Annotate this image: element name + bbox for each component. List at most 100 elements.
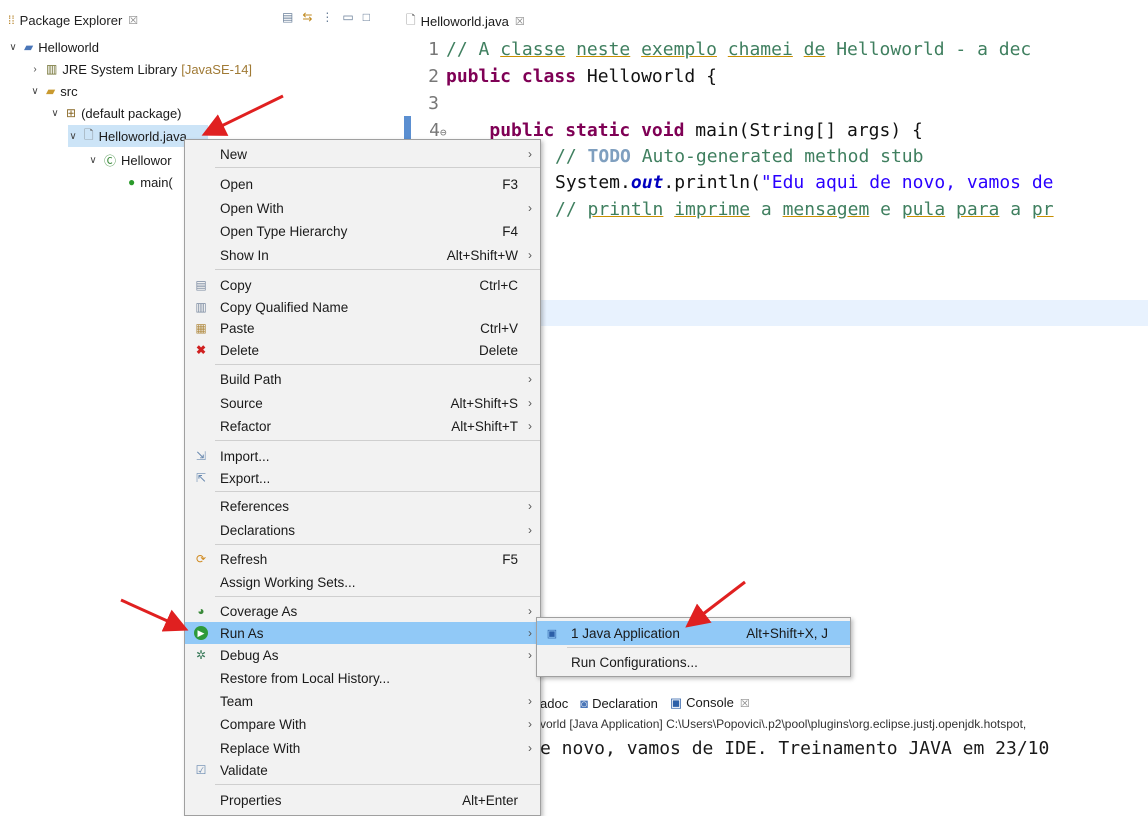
chevron-right-icon: ›	[528, 372, 532, 386]
menu-item-refactor[interactable]: Refactor Alt+Shift+T ›	[185, 415, 540, 437]
menu-item-declarations[interactable]: Declarations ›	[185, 519, 540, 541]
paste-icon: ▦	[195, 321, 207, 335]
menu-item-run-as[interactable]: ▶ Run As ›	[185, 622, 540, 644]
link-editor-icon[interactable]: ⇆	[302, 10, 312, 24]
chevron-right-icon: ›	[528, 717, 532, 731]
tab-declaration[interactable]: ◙ Declaration	[580, 696, 658, 711]
declaration-icon: ◙	[580, 695, 589, 711]
package-icon: ⊞	[66, 106, 77, 120]
menu-item-new[interactable]: New ›	[185, 143, 540, 165]
chevron-down-icon[interactable]: ∨	[68, 131, 78, 142]
menu-item-copy-qualified-name[interactable]: ▥ Copy Qualified Name	[185, 296, 540, 318]
chevron-down-icon[interactable]: ∨	[30, 86, 40, 97]
tree-item-src[interactable]: ∨ ▰ src	[30, 80, 77, 102]
checkbox-icon: ☑	[195, 763, 207, 777]
code-line-7[interactable]: // println imprime a mensagem e pula par…	[555, 196, 1148, 223]
refresh-icon: ⟳	[195, 552, 207, 566]
chevron-down-icon[interactable]: ∨	[50, 108, 60, 119]
view-toolbar: ▤ ⇆ ⋮ ▭ □	[282, 10, 370, 24]
chevron-right-icon: ›	[528, 396, 532, 410]
java-application-icon: ▣	[546, 627, 558, 640]
menu-item-copy[interactable]: ▤ Copy Ctrl+C	[185, 274, 540, 296]
chevron-down-icon[interactable]: ∨	[8, 42, 18, 53]
chevron-right-icon: ›	[528, 741, 532, 755]
menu-item-open[interactable]: Open F3	[185, 173, 540, 195]
tree-item-method[interactable]: ● main(	[128, 171, 173, 193]
class-icon: Ⓒ	[104, 153, 117, 168]
chevron-right-icon: ›	[528, 419, 532, 433]
menu-item-refresh[interactable]: ⟳ Refresh F5	[185, 548, 540, 570]
tree-item-package[interactable]: ∨ ⊞ (default package)	[50, 102, 181, 124]
close-icon[interactable]: ☒	[740, 698, 750, 710]
menu-item-references[interactable]: References ›	[185, 495, 540, 517]
chevron-right-icon: ›	[528, 499, 532, 513]
menu-separator	[215, 440, 540, 441]
menu-item-paste[interactable]: ▦ Paste Ctrl+V	[185, 317, 540, 339]
menu-separator	[215, 491, 540, 492]
chevron-right-icon: ›	[528, 201, 532, 215]
menu-separator	[215, 784, 540, 785]
menu-item-restore-local-history[interactable]: Restore from Local History...	[185, 667, 540, 689]
menu-item-open-type-hierarchy[interactable]: Open Type Hierarchy F4	[185, 220, 540, 242]
close-icon[interactable]: ☒	[515, 15, 525, 28]
menu-separator	[215, 269, 540, 270]
submenu-item-run-configurations[interactable]: Run Configurations...	[537, 650, 850, 674]
debug-icon: ✲	[195, 648, 207, 662]
bottom-view-tabs: adoc ◙ Declaration ▣ Console ☒	[540, 690, 750, 716]
tree-item-jre[interactable]: › ▥ JRE System Library [JavaSE-14]	[30, 58, 252, 80]
console-icon: ▣	[669, 695, 683, 710]
console-output: e novo, vamos de IDE. Treinamento JAVA e…	[540, 738, 1050, 759]
delete-icon: ✖	[195, 343, 207, 357]
code-line-3[interactable]: 3	[404, 90, 1148, 117]
tree-item-class[interactable]: ∨ Ⓒ Hellowor	[88, 149, 171, 171]
menu-item-delete[interactable]: ✖ Delete Delete	[185, 339, 540, 361]
chevron-right-icon: ›	[528, 523, 532, 537]
maximize-icon[interactable]: □	[363, 10, 370, 24]
submenu-item-java-application[interactable]: ▣ 1 Java Application Alt+Shift+X, J	[537, 621, 850, 645]
menu-item-coverage-as[interactable]: ◕ Coverage As ›	[185, 600, 540, 622]
menu-item-validate[interactable]: ☑ Validate	[185, 759, 540, 781]
chevron-right-icon: ›	[528, 648, 532, 662]
code-line-1[interactable]: 1// A classe neste exemplo chamei de Hel…	[404, 36, 1148, 63]
code-line-6[interactable]: System.out.println("Edu aqui de novo, va…	[555, 169, 1148, 196]
tab-console[interactable]: ▣ Console ☒	[670, 695, 750, 711]
menu-item-team[interactable]: Team ›	[185, 690, 540, 712]
menu-item-assign-working-sets[interactable]: Assign Working Sets...	[185, 571, 540, 593]
minimize-icon[interactable]: ▭	[342, 10, 353, 24]
chevron-right-icon: ›	[528, 147, 532, 161]
menu-item-properties[interactable]: Properties Alt+Enter	[185, 789, 540, 811]
chevron-right-icon: ›	[528, 604, 532, 618]
tree-item-project[interactable]: ∨ ▰ Helloworld	[8, 36, 99, 58]
code-line-5[interactable]: // TODO Auto-generated method stub	[555, 143, 1148, 170]
chevron-right-icon: ›	[528, 626, 532, 640]
java-project-icon: ▰	[24, 40, 34, 54]
menu-item-debug-as[interactable]: ✲ Debug As ›	[185, 644, 540, 666]
run-as-submenu: ▣ 1 Java Application Alt+Shift+X, J Run Co…	[536, 617, 851, 677]
console-launch-path: vorld [Java Application] C:\Users\Popovi…	[540, 717, 1027, 731]
export-icon: ⇱	[195, 471, 207, 485]
collapse-all-icon[interactable]: ▤	[282, 10, 293, 24]
package-explorer-icon: ⁞⁞	[8, 13, 15, 27]
source-folder-icon: ▰	[46, 84, 56, 98]
menu-item-build-path[interactable]: Build Path ›	[185, 368, 540, 390]
code-line-2[interactable]: 2 public class Helloworld {	[404, 63, 1148, 90]
menu-item-show-in[interactable]: Show In Alt+Shift+W ›	[185, 244, 540, 266]
view-menu-icon[interactable]: ⋮	[321, 10, 333, 24]
chevron-down-icon[interactable]: ∨	[88, 155, 98, 166]
tab-javadoc[interactable]: adoc	[540, 696, 568, 711]
java-file-icon: 🗋	[406, 12, 416, 27]
menu-item-compare-with[interactable]: Compare With ›	[185, 713, 540, 735]
editor-tab[interactable]: 🗋 Helloworld.java ☒	[406, 8, 525, 34]
menu-item-import[interactable]: ⇲ Import...	[185, 445, 540, 467]
run-icon: ▶	[194, 626, 208, 640]
menu-separator	[215, 167, 540, 168]
menu-item-replace-with[interactable]: Replace With ›	[185, 737, 540, 759]
menu-separator	[215, 364, 540, 365]
close-icon[interactable]: ☒	[128, 14, 138, 27]
copy-icon: ▤	[195, 278, 207, 292]
menu-item-open-with[interactable]: Open With ›	[185, 197, 540, 219]
menu-item-export[interactable]: ⇱ Export...	[185, 467, 540, 489]
chevron-right-icon[interactable]: ›	[30, 64, 40, 75]
package-explorer-tab[interactable]: ⁞⁞ Package Explorer ☒	[8, 8, 138, 32]
menu-item-source[interactable]: Source Alt+Shift+S ›	[185, 392, 540, 414]
